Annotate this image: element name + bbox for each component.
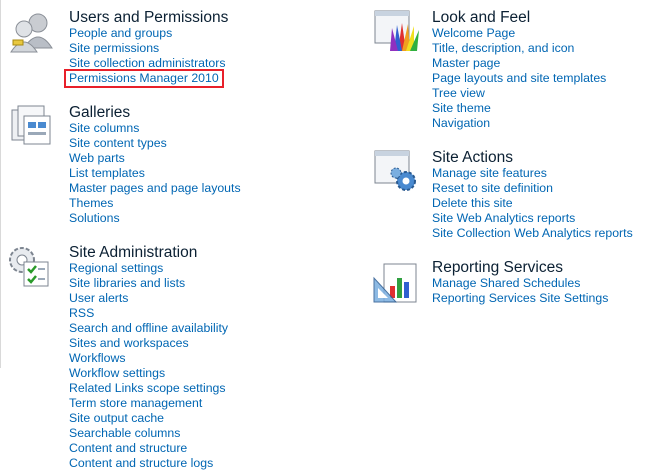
link-manage-shared-schedules[interactable]: Manage Shared Schedules [432,276,608,291]
link-searchable-columns[interactable]: Searchable columns [69,426,228,441]
link-workflows[interactable]: Workflows [69,351,228,366]
link-sites-and-workspaces[interactable]: Sites and workspaces [69,336,228,351]
link-search-and-offline-availability[interactable]: Search and offline availability [69,321,228,336]
link-site-output-cache[interactable]: Site output cache [69,411,228,426]
reporting-icon [373,263,417,303]
link-content-and-structure-logs[interactable]: Content and structure logs [69,456,228,471]
section-reporting-services: Reporting Services Manage Shared Schedul… [0,0,654,310]
reporting-services-links: Manage Shared Schedules Reporting Servic… [432,276,608,306]
link-workflow-settings[interactable]: Workflow settings [69,366,228,381]
link-term-store-management[interactable]: Term store management [69,396,228,411]
link-content-and-structure[interactable]: Content and structure [69,441,228,456]
link-reporting-services-site-settings[interactable]: Reporting Services Site Settings [432,291,608,306]
reporting-services-title: Reporting Services [432,259,563,276]
link-related-links-scope-settings[interactable]: Related Links scope settings [69,381,228,396]
